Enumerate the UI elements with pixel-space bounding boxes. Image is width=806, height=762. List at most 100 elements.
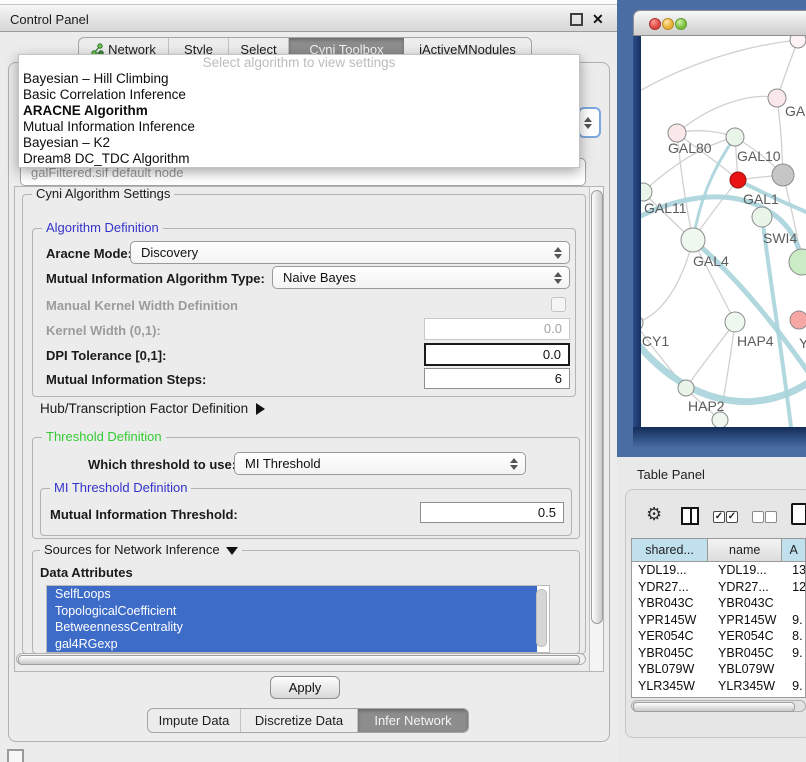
apply-button[interactable]: Apply [270,676,340,699]
algorithm-option[interactable]: Mutual Information Inference [19,119,579,135]
table-row[interactable]: YLR345WYLR345W9. [632,678,805,695]
which-threshold-value: MI Threshold [245,456,321,471]
app-root: Control Panel ✕ Network Style Select Cyn… [0,0,806,762]
algorithm-combo-fragment[interactable] [578,107,601,138]
network-node[interactable] [678,380,694,396]
table-panel: Table Panel ⚙ ✓ ✓ shared... name A YDL19… [617,457,806,762]
attribute-item[interactable]: BetweennessCentrality [47,619,537,636]
network-node[interactable] [681,228,705,252]
network-node[interactable] [752,207,772,227]
manual-kernel-width-label: Manual Kernel Width Definition [46,298,238,313]
hub-definition-expander[interactable]: Hub/Transcription Factor Definition [40,400,265,416]
algorithm-dropdown-popup: Select algorithm to view settings Bayesi… [18,54,580,168]
mi-threshold-group-title: MI Threshold Definition [50,481,191,495]
node-label: GAL4 [693,253,729,269]
combo-stepper-icon[interactable] [584,116,592,130]
network-node[interactable] [725,312,745,332]
column-header-name[interactable]: name [708,539,782,561]
table-row[interactable]: YBR043CYBR043C [632,595,805,612]
select-all-checkbox-icon[interactable]: ✓ [713,511,725,523]
aracne-mode-label: Aracne Mode: [46,246,132,261]
mi-steps-field[interactable]: 6 [424,368,570,389]
network-view[interactable]: GAL GAL80 GAL10 GAL1 GAL11 SWI4 GAL4 GCY… [641,36,806,427]
select-all-checkbox-icon[interactable]: ✓ [726,511,738,523]
network-window-shadow [633,427,806,448]
network-node[interactable] [726,128,744,146]
node-label: HAP2 [688,398,725,414]
network-node[interactable] [712,412,728,427]
mi-algorithm-type-value: Naive Bayes [283,270,356,285]
mi-steps-label: Mutual Information Steps: [46,372,206,387]
node-label: GAL [785,103,806,119]
aracne-mode-value: Discovery [141,245,198,260]
popup-placeholder: Select algorithm to view settings [19,55,579,71]
network-window-frame [633,36,641,427]
algorithm-option[interactable]: Dream8 DC_TDC Algorithm [19,151,579,167]
collapse-arrow-icon[interactable] [226,547,238,555]
table-row[interactable]: YER054CYER054C8. [632,628,805,645]
network-node[interactable] [772,164,794,186]
aracne-mode-combo[interactable]: Discovery [130,241,570,264]
bottom-tabbar: Impute Data Discretize Data Infer Networ… [147,708,469,733]
network-node-selected[interactable] [730,172,746,188]
node-label: GAL10 [737,148,781,164]
window-minimize-button[interactable] [662,18,674,30]
control-panel-titlebar[interactable]: Control Panel ✕ [0,4,617,32]
column-header-shared-name[interactable]: shared... [632,539,708,561]
table-row[interactable]: YPR145WYPR145W9. [632,612,805,629]
attributes-scrollbar-thumb[interactable] [536,589,547,647]
float-grip-icon[interactable] [7,749,24,762]
network-node[interactable] [790,311,806,329]
network-node[interactable] [789,249,806,275]
deselect-all-checkbox-icon[interactable] [752,511,764,523]
kernel-width-field[interactable]: 0.0 [424,318,570,340]
tab-label: Impute Data [159,713,230,728]
tab-infer-network[interactable]: Infer Network [358,709,468,732]
mi-threshold-field[interactable]: 0.5 [420,502,564,523]
table-panel-title: Table Panel [637,467,705,482]
combo-stepper-icon[interactable] [554,271,562,285]
table-hscrollbar-thumb[interactable] [633,702,795,712]
algorithm-option-selected[interactable]: ARACNE Algorithm [19,103,579,119]
network-node[interactable] [768,89,786,107]
table-row-clipped[interactable]: YIL052CYIL052C9 [632,694,805,698]
float-panel-icon[interactable] [570,13,583,26]
settings-hscrollbar-thumb[interactable] [18,655,580,665]
combo-stepper-icon[interactable] [510,457,518,471]
mi-algorithm-type-label: Mutual Information Algorithm Type: [46,271,265,286]
which-threshold-combo[interactable]: MI Threshold [234,452,526,475]
table-row[interactable]: YBR045CYBR045C9. [632,645,805,662]
data-attributes-list[interactable]: SelfLoops TopologicalCoefficient Between… [46,585,550,653]
table-row[interactable]: YBL079WYBL079W [632,661,805,678]
network-node[interactable] [641,315,643,331]
sources-group-title[interactable]: Sources for Network Inference [40,543,242,557]
combo-stepper-icon[interactable] [554,246,562,260]
algorithm-option[interactable]: Bayesian – Hill Climbing [19,71,579,87]
dpi-tolerance-field[interactable]: 0.0 [424,343,570,366]
attribute-item[interactable]: TopologicalCoefficient [47,603,537,620]
algorithm-option[interactable]: Basic Correlation Inference [19,87,579,103]
settings-scrollbar-thumb[interactable] [591,190,603,624]
tab-label: Infer Network [374,713,451,728]
table-row[interactable]: YDR27...YDR27...12 [632,579,805,596]
tab-discretize-data[interactable]: Discretize Data [241,709,358,732]
split-columns-icon[interactable] [681,507,699,525]
attribute-item[interactable]: SelfLoops [47,586,537,603]
close-icon[interactable]: ✕ [592,12,604,26]
mi-algorithm-type-combo[interactable]: Naive Bayes [272,266,570,289]
manual-kernel-width-checkbox[interactable] [551,297,566,312]
table-row[interactable]: YDL19...YDL19...13 [632,562,805,579]
network-node[interactable] [790,36,806,48]
network-window-titlebar[interactable] [633,10,806,36]
deselect-all-checkbox-icon[interactable] [765,511,777,523]
gear-icon[interactable]: ⚙ [646,505,662,523]
algorithm-option[interactable]: Bayesian – K2 [19,135,579,151]
column-header-clipped[interactable]: A [782,539,805,561]
window-zoom-button[interactable] [675,18,687,30]
attribute-item[interactable]: gal4RGexp [47,636,537,653]
tab-impute-data[interactable]: Impute Data [148,709,241,732]
document-icon[interactable] [791,503,806,525]
window-close-button[interactable] [649,18,661,30]
expand-arrow-icon[interactable] [256,403,265,415]
node-label: HAP4 [737,333,774,349]
